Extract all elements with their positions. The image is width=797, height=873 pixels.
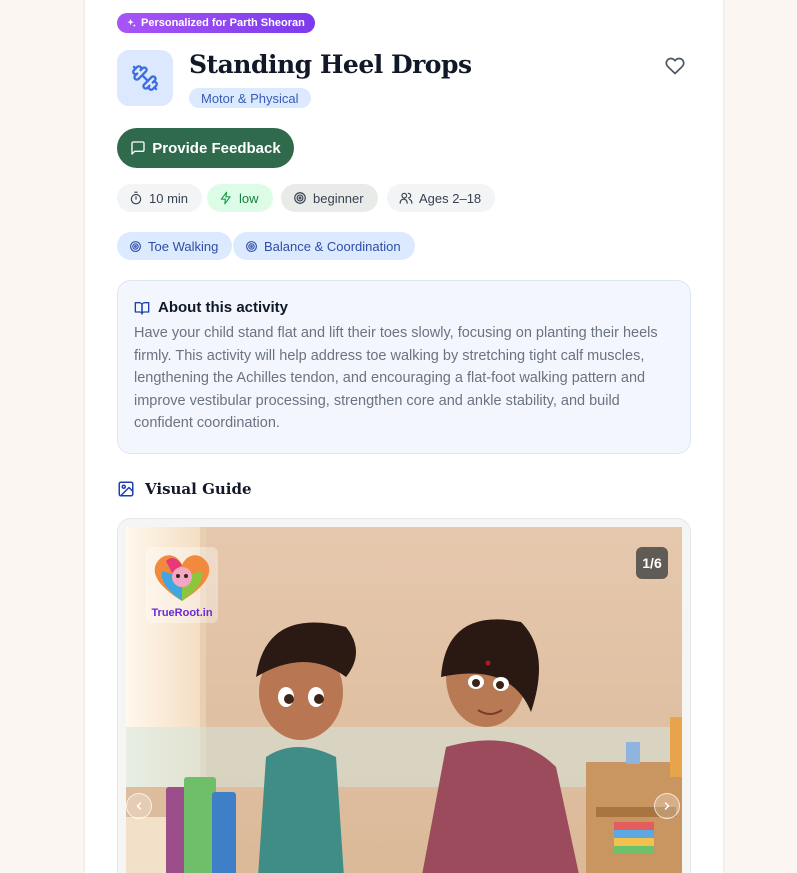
visual-guide-heading: Visual Guide (117, 480, 252, 498)
chevron-right-icon (664, 802, 670, 810)
image-icon (118, 481, 134, 497)
target-icon (130, 240, 141, 252)
about-section: About this activity Have your child stan… (117, 280, 691, 454)
guide-illustration: TrueRoot.in 1/6 (126, 527, 682, 873)
level-label: beginner (313, 190, 364, 206)
intensity-chip: low (207, 184, 273, 212)
prev-slide-button[interactable] (126, 793, 152, 819)
slide-counter: 1/6 (636, 547, 668, 579)
tag-label: Balance & Coordination (264, 238, 401, 254)
intensity-label: low (239, 190, 259, 206)
activity-card: Personalized for Parth Sheoran Standing … (85, 0, 723, 873)
timer-icon (130, 191, 142, 205)
personalized-label: Personalized for Parth Sheoran (141, 17, 305, 29)
activity-title: Standing Heel Drops (189, 50, 472, 79)
target-icon (246, 240, 257, 252)
provide-feedback-button[interactable]: Provide Feedback (117, 128, 294, 168)
lightning-icon (220, 191, 231, 205)
message-square-icon (131, 141, 145, 155)
ages-chip: Ages 2–18 (387, 184, 496, 212)
tag-toe-walking[interactable]: Toe Walking (117, 232, 233, 260)
about-description: Have your child stand flat and lift thei… (134, 325, 658, 432)
personalized-badge: Personalized for Parth Sheoran (117, 13, 315, 33)
about-heading-text: About this activity (158, 299, 289, 316)
duration-label: 10 min (149, 190, 189, 206)
next-slide-button[interactable] (654, 793, 680, 819)
target-icon (294, 192, 306, 204)
chevron-left-icon (136, 802, 142, 810)
about-heading: About this activity (134, 299, 674, 316)
dumbbell-icon (117, 50, 173, 106)
users-icon (399, 192, 413, 204)
feedback-label: Provide Feedback (152, 139, 281, 157)
tag-label: Toe Walking (148, 238, 219, 254)
sparkles-icon (127, 18, 136, 27)
visual-guide-carousel: TrueRoot.in 1/6 (117, 518, 691, 873)
ages-label: Ages 2–18 (419, 190, 482, 206)
book-open-icon (134, 301, 150, 315)
watermark-label: TrueRoot.in (151, 607, 213, 619)
category-badge: Motor & Physical (189, 88, 311, 108)
duration-chip: 10 min (117, 184, 203, 212)
heart-icon[interactable] (665, 56, 685, 76)
tag-balance-coordination[interactable]: Balance & Coordination (233, 232, 415, 260)
visual-guide-title: Visual Guide (145, 480, 252, 498)
level-chip: beginner (281, 184, 378, 212)
trueroot-logo: TrueRoot.in (146, 547, 218, 623)
